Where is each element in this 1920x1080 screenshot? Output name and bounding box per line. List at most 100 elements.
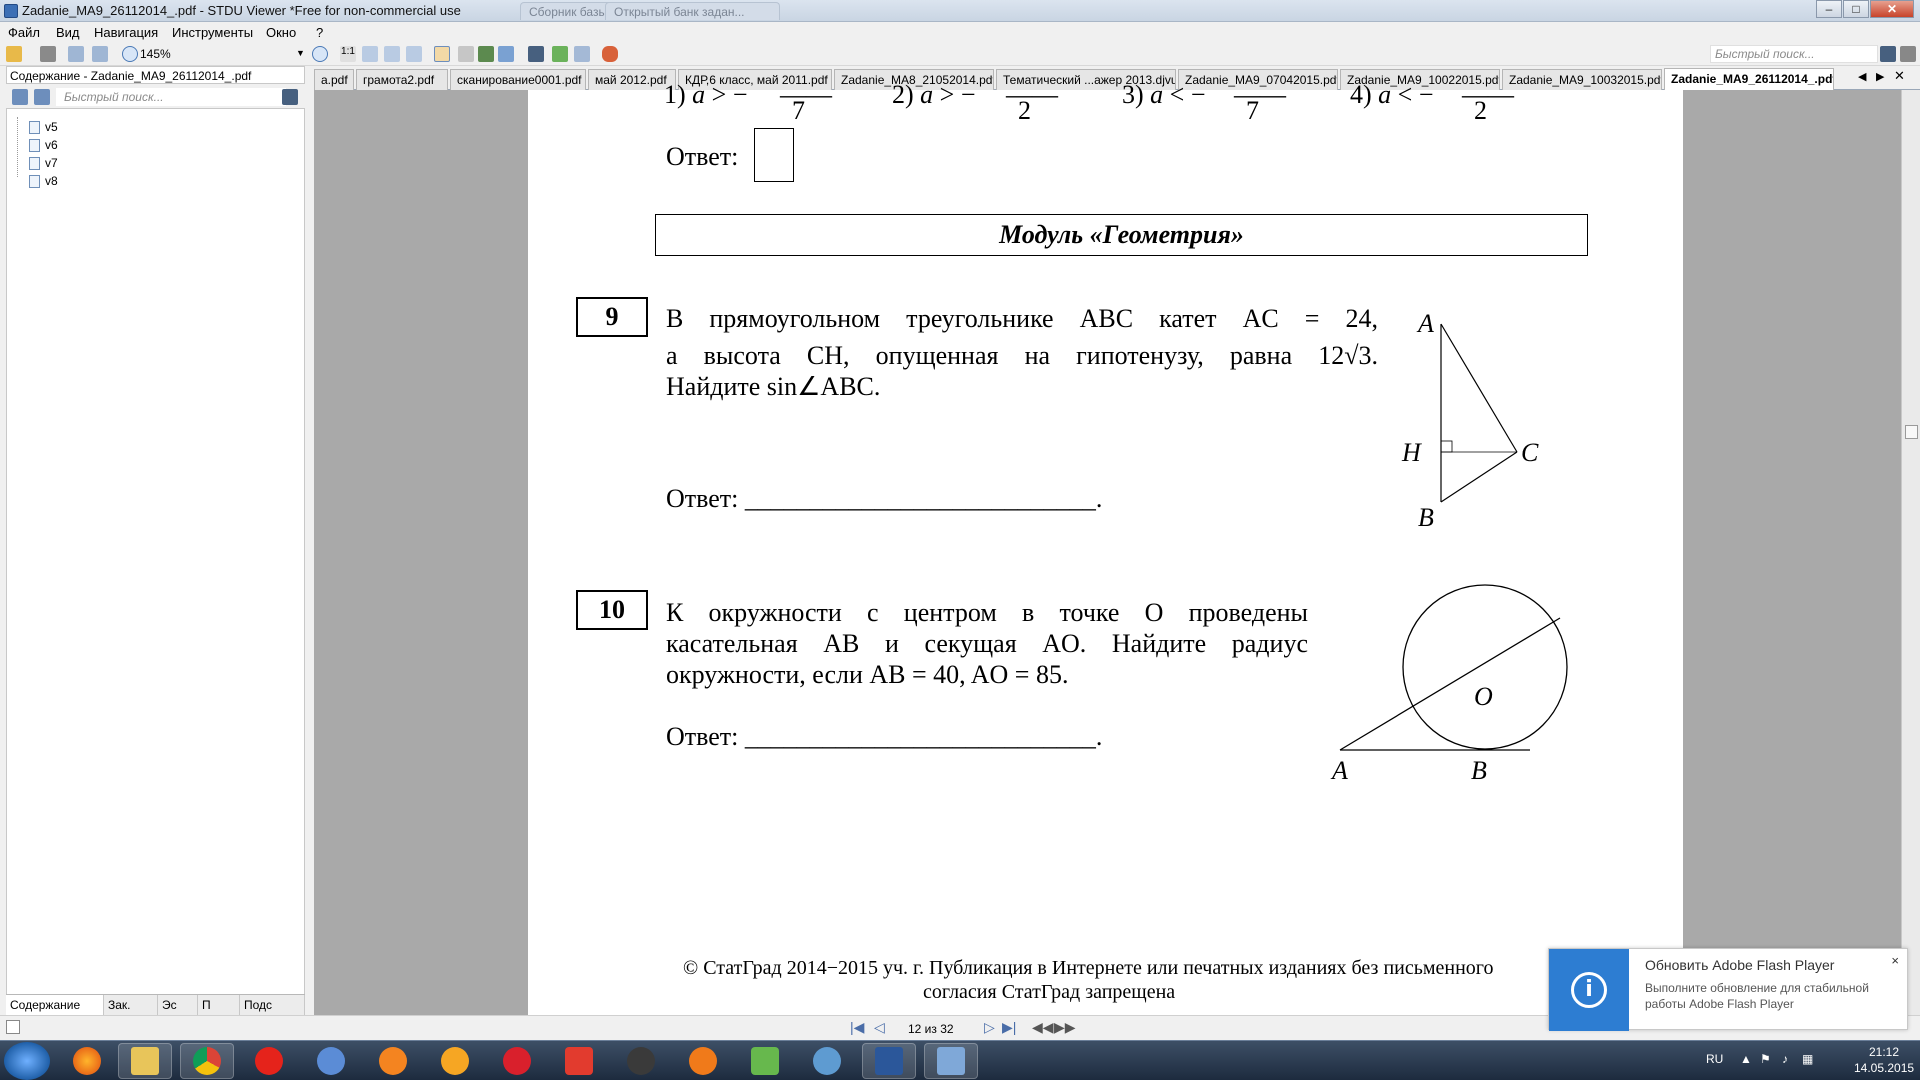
document-tab-active[interactable]: Zadanie_MA9_26112014_.pdf [1664,68,1834,90]
video-player-icon[interactable] [676,1043,730,1079]
last-page-icon[interactable]: ▶| [1002,1019,1016,1036]
fit-width-icon[interactable] [384,46,400,62]
firefox-icon[interactable] [60,1043,114,1079]
minimize-button[interactable]: – [1816,0,1842,18]
quick-search-input[interactable]: Быстрый поиск... [1710,45,1878,63]
clock-time[interactable]: 21:12 [1854,1045,1914,1059]
history-back-icon[interactable]: ◀◀ [1032,1019,1054,1036]
mail-agent-icon[interactable] [428,1043,482,1079]
flash-update-notification[interactable]: i Обновить Adobe Flash Player Выполните … [1548,948,1908,1031]
close-tab-icon[interactable]: ✕ [1894,68,1905,84]
print-icon[interactable] [40,46,56,62]
contents-search-input[interactable]: Быстрый поиск... [56,88,286,106]
swap-arrows-icon[interactable] [552,46,568,62]
network-icon[interactable]: ▦ [1802,1052,1813,1066]
yandex-icon[interactable] [552,1043,606,1079]
panel-toggle-icon[interactable] [6,1020,20,1034]
background-browser-tab[interactable]: Открытый банк задан... [605,2,780,20]
export-icon[interactable] [92,46,108,62]
close-button[interactable]: ✕ [1870,0,1914,18]
snapshot-icon[interactable] [478,46,494,62]
binoculars-icon[interactable] [528,46,544,62]
text-select-icon[interactable] [458,46,474,62]
tree-item[interactable]: v6 [15,137,58,153]
word-icon[interactable] [862,1043,916,1079]
page-view-icon[interactable] [498,46,514,62]
history-forward-icon[interactable]: ▶▶ [1054,1019,1076,1036]
chevron-down-icon[interactable]: ▼ [296,48,305,58]
menu-navigation[interactable]: Навигация [94,25,158,40]
copy-icon[interactable] [574,46,590,62]
page-indicator[interactable]: 12 из 32 [908,1022,954,1036]
people-icon[interactable] [800,1043,854,1079]
vertical-scrollbar[interactable] [1901,90,1920,1015]
document-tab-bar: a.pdf грамота2.pdf сканирование0001.pdf … [314,66,1920,90]
search-options-icon[interactable] [1900,46,1916,62]
flag-icon[interactable]: ⚑ [1760,1052,1771,1066]
next-page-icon[interactable]: ▷ [984,1019,995,1036]
tab-highlights[interactable]: Подс [240,995,305,1015]
point-label: A [1330,756,1348,785]
close-icon[interactable]: × [1891,953,1899,968]
menu-view[interactable]: Вид [56,25,80,40]
volume-icon[interactable]: ♪ [1782,1052,1788,1066]
question-text: окружности, если AB = 40, AO = 85. [666,660,1069,689]
zoom-level[interactable]: 145% [140,47,171,61]
tab-contents[interactable]: Содержание [6,995,104,1015]
explorer-icon[interactable] [118,1043,172,1079]
highlighter-icon[interactable] [602,46,618,62]
tab-thumbnails[interactable]: Эс [158,995,198,1015]
notification-body: Выполните обновление для стабильной рабо… [1645,981,1869,1011]
zoom-in-icon[interactable] [312,46,328,62]
tray-chevron-icon[interactable]: ▲ [1740,1052,1752,1066]
maximize-button[interactable]: □ [1843,0,1869,18]
document-tab[interactable]: сканирование0001.pdf [450,69,586,90]
opera-icon[interactable] [490,1043,544,1079]
hand-tool-icon[interactable] [434,46,450,62]
language-indicator[interactable]: RU [1706,1052,1723,1066]
tab-search[interactable]: П [198,995,240,1015]
menu-tools[interactable]: Инструменты [172,25,253,40]
open-folder-icon[interactable] [6,46,22,62]
document-tab[interactable]: Zadanie_MA9_10032015.pdf [1502,69,1662,90]
previous-page-icon[interactable]: ◁ [874,1019,885,1036]
menu-file[interactable]: Файл [8,25,40,40]
binoculars-icon[interactable] [282,89,298,105]
yandex-browser-icon[interactable] [242,1043,296,1079]
music-icon[interactable] [738,1043,792,1079]
media-player-icon[interactable] [304,1043,358,1079]
title-bar: Zadanie_MA9_26112014_.pdf - STDU Viewer … [0,0,1920,22]
fit-page-icon[interactable] [362,46,378,62]
expand-tree-icon[interactable] [12,89,28,105]
odnoklassniki-icon[interactable] [366,1043,420,1079]
tree-item[interactable]: v7 [15,155,58,171]
document-tab[interactable]: a.pdf [314,69,354,90]
clock-date[interactable]: 14.05.2015 [1854,1061,1914,1075]
document-viewport[interactable]: 1) a > − —— 7 2) a > − —— 2 3) a < − —— … [314,80,1901,1015]
windows-start-icon[interactable] [4,1042,50,1080]
circle-figure: O A B [1330,584,1568,785]
option-fraction: —— [1006,80,1058,109]
tree-item[interactable]: v5 [15,119,58,135]
fit-height-icon[interactable] [406,46,422,62]
menu-window[interactable]: Окно [266,25,296,40]
tree-item[interactable]: v8 [15,173,58,189]
tree-item-label: v5 [45,120,58,134]
system-tray: RU ▲ ⚑ ♪ ▦ 21:12 14.05.2015 [1660,1041,1920,1080]
stdu-viewer-icon[interactable] [924,1043,978,1079]
tab-scroll-right-icon[interactable]: ▶ [1876,70,1884,83]
binoculars-icon[interactable] [1880,46,1896,62]
collapse-tree-icon[interactable] [34,89,50,105]
menu-help[interactable]: ? [316,25,323,40]
tab-bookmarks[interactable]: Зак. [104,995,158,1015]
zoom-out-icon[interactable] [122,46,138,62]
first-page-icon[interactable]: |◀ [850,1019,864,1036]
chrome-icon[interactable] [180,1043,234,1079]
document-tab[interactable]: май 2012.pdf [588,69,676,90]
document-tab[interactable]: грамота2.pdf [356,69,448,90]
agent-icon[interactable] [614,1043,668,1079]
tab-scroll-left-icon[interactable]: ◀ [1858,70,1866,83]
scrollbar-thumb[interactable] [1905,425,1918,439]
actual-size-icon[interactable]: 1:1 [340,46,356,62]
copy-page-icon[interactable] [68,46,84,62]
